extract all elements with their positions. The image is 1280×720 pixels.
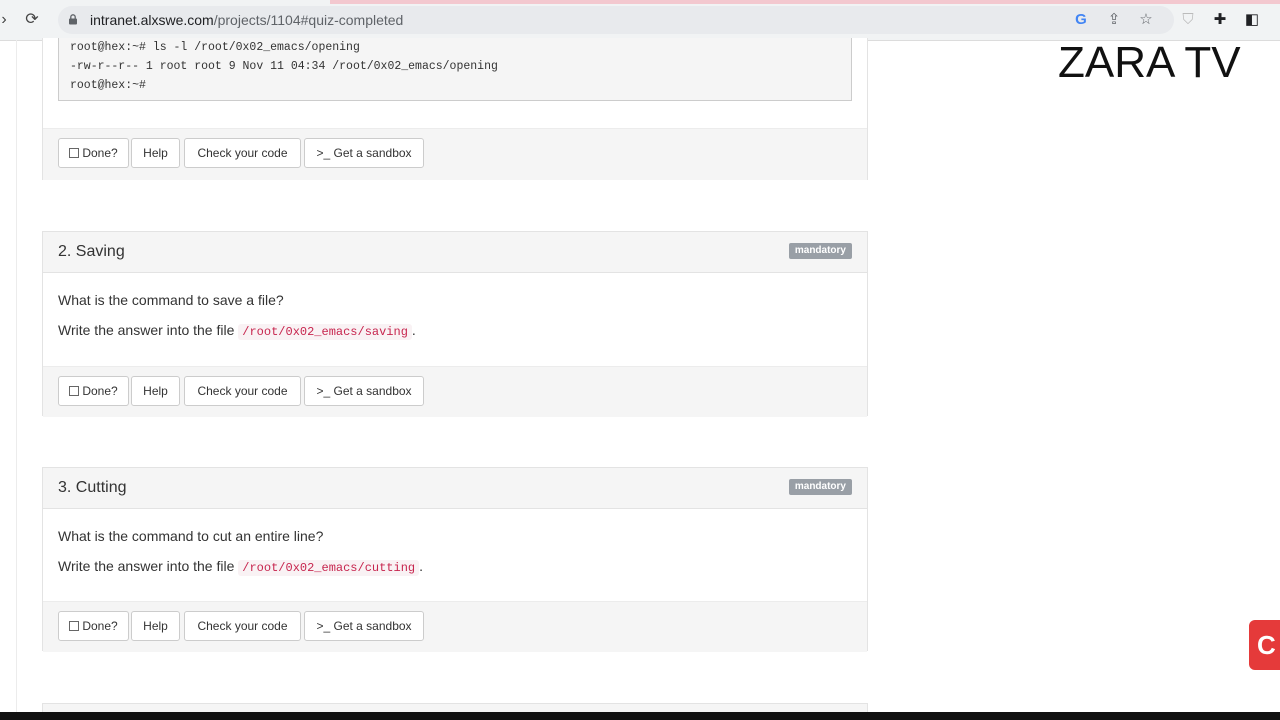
checkbox-icon bbox=[69, 621, 80, 631]
check-code-button[interactable]: Check your code bbox=[184, 611, 301, 641]
terminal-line: root@hex:~# bbox=[70, 79, 146, 92]
task-footer: Done? Help Check your code >_ Get a sand… bbox=[43, 601, 867, 652]
bookmark-star-icon[interactable]: ☆ bbox=[1136, 10, 1156, 30]
task-body: What is the command to cut an entire lin… bbox=[43, 509, 867, 601]
check-code-button[interactable]: Check your code bbox=[184, 138, 301, 168]
share-icon[interactable]: ⇪ bbox=[1104, 10, 1124, 30]
task-question: What is the command to cut an entire lin… bbox=[58, 528, 324, 544]
task-question: What is the command to save a file? bbox=[58, 292, 284, 308]
instruction-suffix: . bbox=[411, 322, 416, 338]
instruction-text: Write the answer into the file bbox=[58, 558, 235, 574]
task-footer: Done? Help Check your code >_ Get a sand… bbox=[43, 128, 867, 180]
address-bar[interactable]: intranet.alxswe.com/projects/1104#quiz-c… bbox=[58, 6, 1174, 34]
sandbox-label: Get a sandbox bbox=[333, 384, 412, 398]
tab-strip-accent bbox=[330, 0, 1280, 4]
terminal-output: root@hex:~# ls -l /root/0x02_emacs/openi… bbox=[58, 38, 852, 101]
url-text[interactable]: intranet.alxswe.com/projects/1104#quiz-c… bbox=[90, 6, 403, 34]
task-footer: Done? Help Check your code >_ Get a sand… bbox=[43, 366, 867, 417]
chat-widget-button[interactable]: C bbox=[1249, 620, 1280, 670]
bottom-bar bbox=[0, 712, 1280, 720]
sandbox-button[interactable]: >_ Get a sandbox bbox=[304, 611, 424, 641]
instruction-suffix: . bbox=[419, 558, 423, 574]
checkbox-icon bbox=[69, 386, 80, 396]
task-header: 2. Saving mandatory bbox=[43, 232, 867, 273]
done-label: Done? bbox=[82, 384, 118, 398]
terminal-icon: >_ bbox=[316, 619, 331, 633]
extensions-puzzle-icon[interactable]: ✚ bbox=[1210, 10, 1230, 30]
mandatory-badge: mandatory bbox=[788, 479, 852, 495]
left-sidebar-edge bbox=[0, 40, 17, 715]
help-button[interactable]: Help bbox=[131, 376, 180, 406]
mandatory-badge: mandatory bbox=[788, 243, 852, 259]
task-instruction: Write the answer into the file /root/0x0… bbox=[58, 321, 852, 341]
terminal-line: root@hex:~# ls -l /root/0x02_emacs/openi… bbox=[70, 41, 360, 54]
task-title: 2. Saving bbox=[58, 243, 125, 260]
lock-icon bbox=[69, 14, 77, 25]
shield-extension-icon[interactable]: ⛉ bbox=[1178, 10, 1198, 30]
side-panel-icon[interactable]: ◧ bbox=[1242, 10, 1262, 30]
terminal-icon: >_ bbox=[316, 384, 331, 398]
google-translate-icon[interactable]: G bbox=[1071, 10, 1091, 30]
file-path: /root/0x02_emacs/saving bbox=[238, 324, 412, 340]
url-host: intranet.alxswe.com bbox=[90, 12, 214, 28]
checkbox-icon bbox=[69, 148, 80, 158]
file-path: /root/0x02_emacs/cutting bbox=[238, 560, 420, 576]
help-button[interactable]: Help bbox=[131, 611, 180, 641]
watermark-logo: ZARA TV bbox=[1058, 38, 1241, 87]
task-panel-cutting: 3. Cutting mandatory What is the command… bbox=[42, 467, 868, 652]
task-header: 3. Cutting mandatory bbox=[43, 468, 867, 509]
task-body: What is the command to save a file? Writ… bbox=[43, 273, 867, 366]
task-instruction: Write the answer into the file /root/0x0… bbox=[58, 557, 852, 577]
sandbox-button[interactable]: >_ Get a sandbox bbox=[304, 376, 424, 406]
browser-toolbar: › ⟳ intranet.alxswe.com/projects/1104#qu… bbox=[0, 0, 1280, 41]
help-button[interactable]: Help bbox=[131, 138, 180, 168]
task-panel-opening: root@hex:~# ls -l /root/0x02_emacs/openi… bbox=[42, 38, 868, 180]
task-panel-saving: 2. Saving mandatory What is the command … bbox=[42, 231, 868, 417]
url-path: /projects/1104#quiz-completed bbox=[213, 12, 404, 28]
forward-icon[interactable]: › bbox=[0, 10, 14, 30]
done-button[interactable]: Done? bbox=[58, 138, 129, 168]
done-label: Done? bbox=[82, 619, 118, 633]
reload-icon[interactable]: ⟳ bbox=[22, 10, 42, 30]
terminal-icon: >_ bbox=[316, 146, 331, 160]
check-code-button[interactable]: Check your code bbox=[184, 376, 301, 406]
terminal-line: -rw-r--r-- 1 root root 9 Nov 11 04:34 /r… bbox=[70, 60, 498, 73]
done-button[interactable]: Done? bbox=[58, 611, 129, 641]
instruction-text: Write the answer into the file bbox=[58, 322, 235, 338]
done-button[interactable]: Done? bbox=[58, 376, 129, 406]
done-label: Done? bbox=[82, 146, 118, 160]
sandbox-label: Get a sandbox bbox=[333, 146, 412, 160]
sandbox-label: Get a sandbox bbox=[333, 619, 412, 633]
task-title: 3. Cutting bbox=[58, 479, 127, 496]
sandbox-button[interactable]: >_ Get a sandbox bbox=[304, 138, 424, 168]
